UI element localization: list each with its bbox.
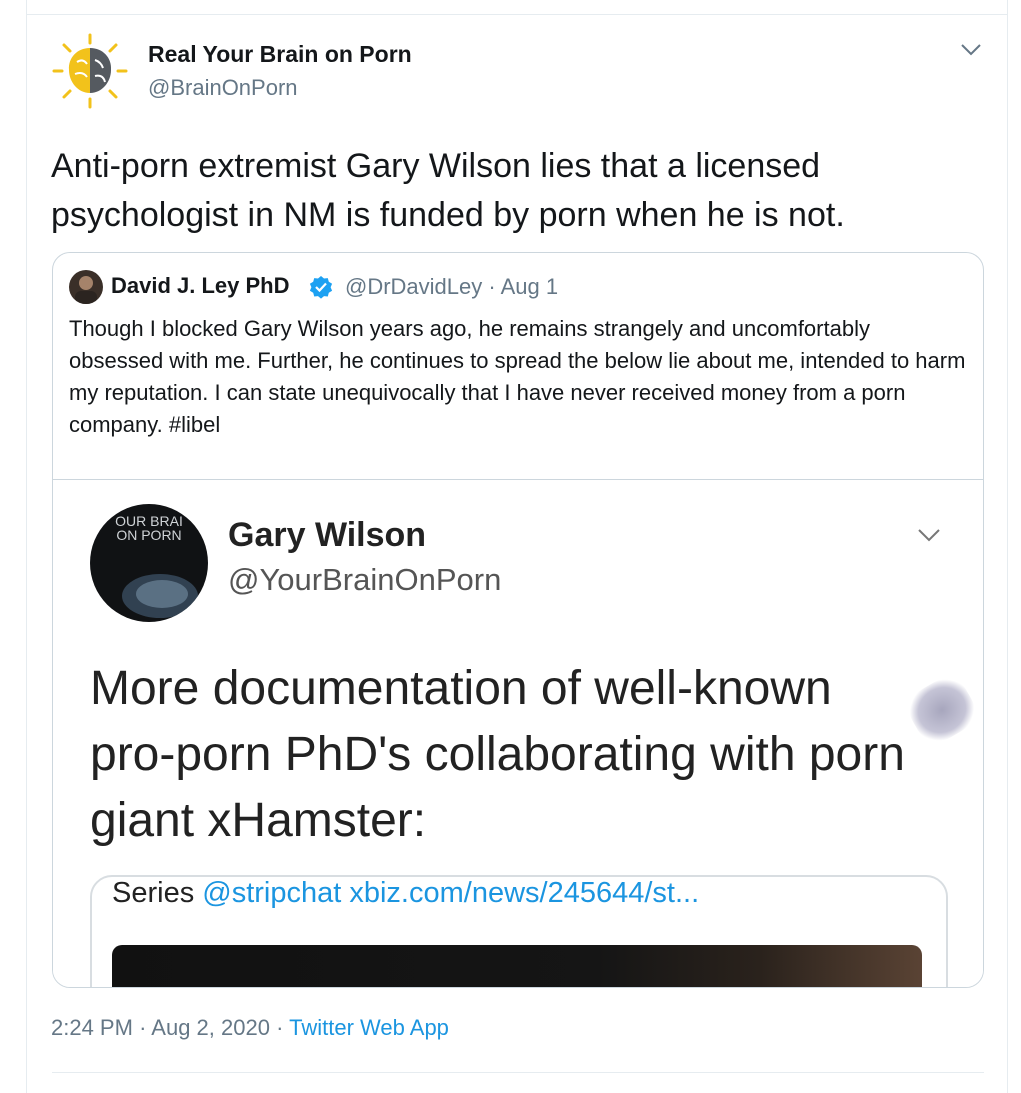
media-link-url: @stripchat xbiz.com/news/245644/st... (202, 877, 700, 909)
quoted-tweet[interactable]: David J. Ley PhD @DrDavidLey · Aug 1 Tho… (52, 252, 984, 988)
quoted-media-image[interactable]: OUR BRAI ON PORN Gary Wilson @YourBrainO… (53, 479, 983, 987)
media-author-name: Gary Wilson (228, 516, 427, 554)
tweet-date[interactable]: Aug 2, 2020 (151, 1015, 270, 1040)
author-avatar[interactable] (51, 32, 129, 110)
chevron-down-icon[interactable] (958, 36, 984, 62)
media-link-card: Series @stripchat xbiz.com/news/245644/s… (90, 875, 948, 987)
quoted-tweet-text: Though I blocked Gary Wilson years ago, … (69, 316, 966, 437)
media-chevron-down-icon (915, 520, 943, 548)
quoted-author-name: David J. Ley PhD (111, 273, 290, 298)
brain-scan-icon (122, 574, 198, 618)
meta-separator-2: · (276, 1015, 284, 1040)
brain-logo-icon (52, 33, 128, 109)
author-handle[interactable]: @BrainOnPorn (148, 75, 298, 101)
author-name[interactable]: Real Your Brain on Porn (148, 41, 412, 68)
media-link-photo (112, 945, 922, 987)
media-author-handle: @YourBrainOnPorn (228, 562, 502, 597)
quoted-handle-date: @DrDavidLey · Aug 1 (345, 274, 559, 299)
tweet-text: Anti-porn extremist Gary Wilson lies tha… (51, 147, 845, 234)
tweet-source-link[interactable]: Twitter Web App (289, 1015, 449, 1040)
bottom-divider (52, 1072, 984, 1073)
meta-separator: · (139, 1015, 147, 1040)
media-link-line: Series @stripchat xbiz.com/news/245644/s… (112, 877, 699, 910)
verified-badge-icon (309, 275, 333, 299)
quoted-author-avatar (69, 270, 103, 304)
media-link-prefix: Series (112, 877, 195, 909)
media-author-avatar: OUR BRAI ON PORN (90, 504, 208, 622)
tweet-meta: 2:24 PM · Aug 2, 2020 · Twitter Web App (51, 1015, 449, 1041)
tweet-time[interactable]: 2:24 PM (51, 1015, 133, 1040)
smudge-mark (901, 670, 983, 750)
media-tweet-text: More documentation of well-known pro-por… (90, 662, 905, 847)
